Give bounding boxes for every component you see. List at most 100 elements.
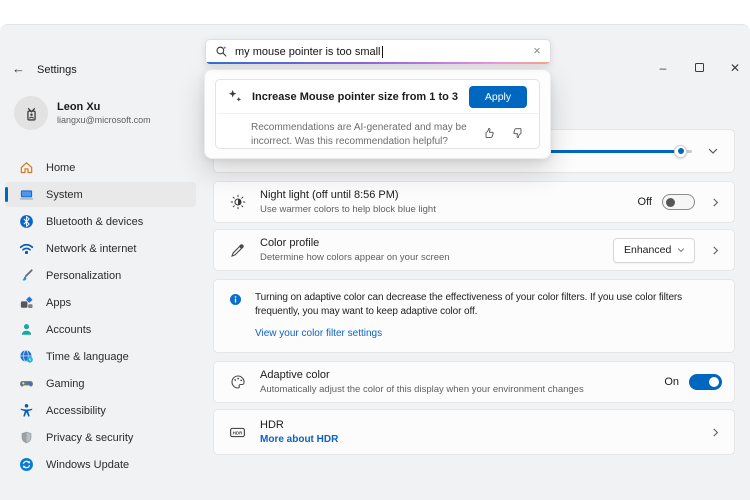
text-caret [382, 46, 383, 58]
apps-icon [18, 295, 35, 311]
personalization-icon [18, 268, 35, 284]
minimize-button[interactable]: – [656, 61, 670, 75]
select-chevron-down-icon [676, 245, 686, 255]
sidebar-item-apps[interactable]: Apps [5, 290, 196, 315]
user-account[interactable]: Leon Xu liangxu@microsoft.com [14, 96, 151, 130]
night-light-icon [228, 194, 247, 210]
brightness-expand-button[interactable] [706, 144, 720, 158]
search-clear-button[interactable]: ✕ [533, 46, 541, 57]
close-button[interactable]: ✕ [728, 61, 742, 75]
sidebar-item-label: Time & language [46, 351, 129, 363]
ai-disclaimer-text: Recommendations are AI-generated and may… [251, 121, 482, 149]
search-box[interactable]: my mouse pointer is too small ✕ [205, 39, 551, 65]
sidebar-item-network-internet[interactable]: Network & internet [5, 236, 196, 261]
sidebar-item-home[interactable]: Home [5, 155, 196, 180]
sidebar-item-personalization[interactable]: Personalization [5, 263, 196, 288]
recommendation-card: Increase Mouse pointer size from 1 to 3 … [215, 79, 540, 149]
ai-sparkle-icon [228, 89, 243, 104]
ai-gradient-underline [206, 62, 550, 65]
app-title: Settings [37, 64, 77, 76]
sidebar-nav: Home System Bluetooth & devices Network … [5, 155, 196, 479]
network-icon [18, 241, 35, 257]
sidebar-item-time-language[interactable]: Time & language [5, 344, 196, 369]
adaptive-color-info-card: Turning on adaptive color can decrease t… [213, 279, 735, 353]
thumbs-up-icon [482, 126, 496, 140]
sidebar-item-label: Home [46, 162, 75, 174]
chevron-down-icon [706, 144, 720, 158]
color-profile-card: Color profile Determine how colors appea… [213, 229, 735, 271]
back-button[interactable]: ← [12, 61, 25, 76]
thumbs-up-button[interactable] [482, 126, 496, 149]
color-profile-select[interactable]: Enhanced [613, 238, 695, 263]
recommendation-title: Increase Mouse pointer size from 1 to 3 [252, 91, 458, 103]
sidebar-item-accessibility[interactable]: Accessibility [5, 398, 196, 423]
color-profile-icon [228, 242, 247, 258]
search-input[interactable]: my mouse pointer is too small [235, 46, 381, 58]
window-controls: – ✕ [656, 61, 742, 75]
home-icon [18, 160, 35, 176]
time-language-icon [18, 349, 35, 365]
user-name: Leon Xu [57, 101, 151, 113]
color-filter-settings-link[interactable]: View your color filter settings [255, 328, 382, 339]
adaptive-color-card: Adaptive color Automatically adjust the … [213, 361, 735, 403]
sidebar-item-label: System [46, 189, 83, 201]
avatar [14, 96, 48, 130]
sidebar-item-accounts[interactable]: Accounts [5, 317, 196, 342]
accessibility-icon [18, 403, 35, 419]
search-icon [215, 45, 228, 58]
user-email: liangxu@microsoft.com [57, 115, 151, 125]
color-profile-chevron[interactable] [709, 244, 722, 257]
night-light-toggle[interactable] [662, 194, 695, 210]
sidebar-item-bluetooth-devices[interactable]: Bluetooth & devices [5, 209, 196, 234]
chevron-right-icon [709, 426, 722, 439]
sidebar-item-label: Bluetooth & devices [46, 216, 143, 228]
hdr-icon: HDR [228, 424, 247, 441]
chevron-right-icon [709, 196, 722, 209]
windows-update-icon [18, 457, 35, 473]
hdr-card: HDR HDR More about HDR [213, 409, 735, 455]
sidebar-item-windows-update[interactable]: Windows Update [5, 452, 196, 477]
sidebar-item-label: Network & internet [46, 243, 136, 255]
privacy-shield-icon [18, 430, 35, 446]
sidebar-item-label: Accessibility [46, 405, 106, 417]
night-light-title: Night light (off until 8:56 PM) [260, 189, 436, 201]
sidebar-item-label: Privacy & security [46, 432, 133, 444]
night-light-card: Night light (off until 8:56 PM) Use warm… [213, 181, 735, 223]
sidebar-item-label: Personalization [46, 270, 121, 282]
adaptive-color-toggle[interactable] [689, 374, 722, 390]
chevron-right-icon [709, 244, 722, 257]
sidebar-item-privacy-security[interactable]: Privacy & security [5, 425, 196, 450]
night-light-chevron[interactable] [709, 196, 722, 209]
accounts-icon [18, 322, 35, 338]
adaptive-color-subtitle: Automatically adjust the color of this d… [260, 384, 584, 395]
sidebar-item-gaming[interactable]: Gaming [5, 371, 196, 396]
adaptive-color-info-text: Turning on adaptive color can decrease t… [255, 291, 716, 319]
adaptive-color-state-label: On [664, 376, 679, 388]
thumbs-down-button[interactable] [511, 126, 525, 149]
hdr-title: HDR [260, 419, 338, 431]
color-profile-title: Color profile [260, 237, 450, 249]
sidebar-item-label: Windows Update [46, 459, 129, 471]
brightness-slider-thumb[interactable] [674, 145, 687, 158]
thumbs-down-icon [511, 126, 525, 140]
more-about-hdr-link[interactable]: More about HDR [260, 434, 338, 445]
adaptive-color-title: Adaptive color [260, 369, 584, 381]
hdr-chevron[interactable] [709, 426, 722, 439]
search-suggestion-flyout: Increase Mouse pointer size from 1 to 3 … [204, 69, 551, 159]
badge-icon [22, 104, 41, 123]
sidebar-item-label: Gaming [46, 378, 85, 390]
night-light-subtitle: Use warmer colors to help block blue lig… [260, 204, 436, 215]
sidebar-item-system[interactable]: System [5, 182, 196, 207]
svg-text:HDR: HDR [233, 430, 244, 435]
gaming-icon [18, 376, 35, 392]
color-profile-subtitle: Determine how colors appear on your scre… [260, 252, 450, 263]
maximize-icon [695, 63, 704, 72]
bluetooth-icon [18, 214, 35, 230]
sidebar-item-label: Accounts [46, 324, 91, 336]
maximize-button[interactable] [692, 61, 706, 75]
apply-button[interactable]: Apply [469, 86, 527, 108]
info-icon [229, 293, 242, 306]
sidebar-item-label: Apps [46, 297, 71, 309]
system-icon [18, 187, 35, 203]
night-light-state-label: Off [638, 196, 652, 208]
